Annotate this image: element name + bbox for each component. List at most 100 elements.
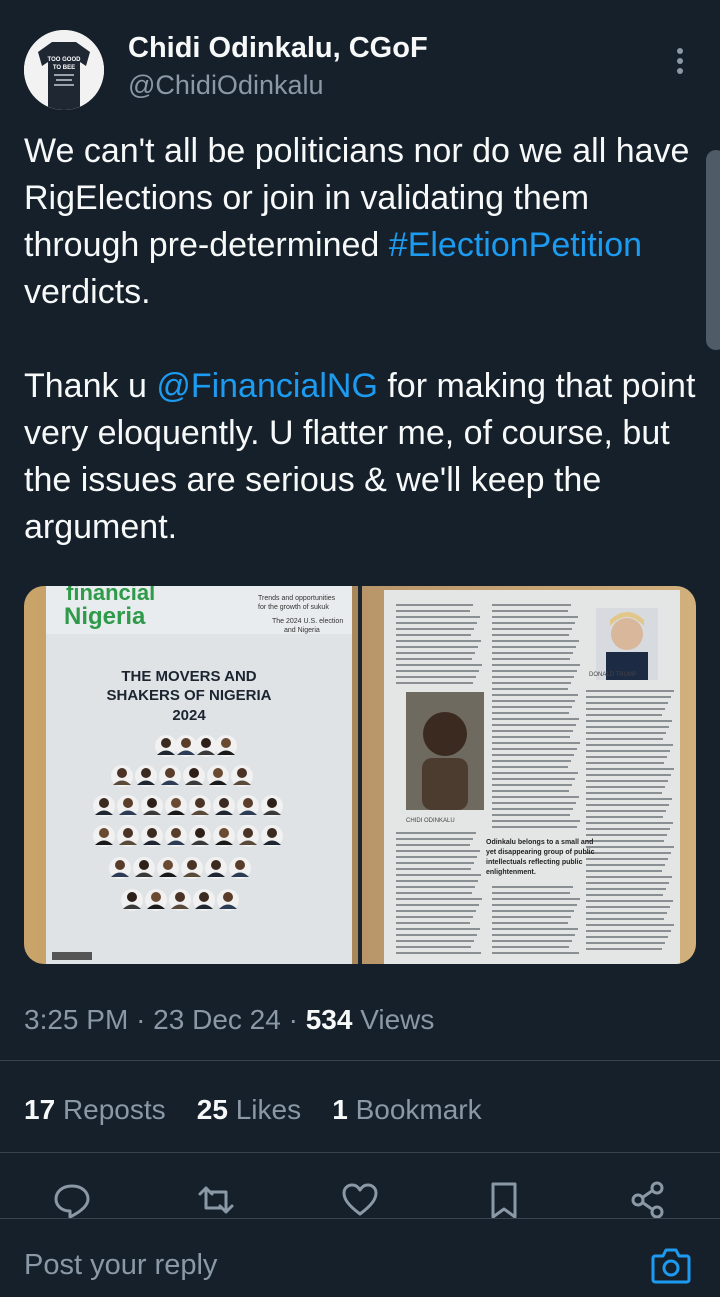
cover-topic-4: and Nigeria [284,627,320,634]
media-photos: financial Nigeria Trends and opportuniti… [24,586,696,964]
tweet-text-part: verdicts. [24,273,151,311]
portrait-head [99,828,109,838]
article-text-line [396,862,474,864]
author-handle[interactable]: @ChidiOdinkalu [128,70,324,101]
reply-input[interactable]: Post your reply [24,1249,217,1282]
article-text-line [492,820,580,822]
meta-separator: · [136,1004,146,1035]
bookmarks-count: 1 [332,1094,348,1125]
article-text-line [586,756,667,758]
article-text-line [492,778,575,780]
portrait-head [267,828,277,838]
article-text-line [586,882,669,884]
reposts-label: Reposts [62,1094,166,1125]
article-text-line [586,780,668,782]
cover-title-line-3: 2024 [172,707,206,724]
portrait-head [243,828,253,838]
bookmark-icon[interactable] [484,1180,524,1220]
article-text-line [396,922,470,924]
tweet-time[interactable]: 3:25 PM [24,1004,128,1035]
bookmarks-label: Bookmark [355,1094,482,1125]
article-text-line [492,952,579,954]
article-text-line [492,652,573,654]
article-text-line [586,822,673,824]
article-text-line [586,714,662,716]
cover-title-line-2: SHAKERS OF NIGERIA [106,687,271,704]
avatar-text-line-2: TO BEE [53,65,75,71]
article-text-line [492,670,577,672]
article-text-line [492,898,580,900]
article-text-line [396,658,472,660]
article-text-line [492,634,569,636]
bookmarks-stat[interactable]: 1 Bookmark [332,1094,481,1125]
article-text-line [396,856,477,858]
article-text-line [396,952,481,954]
portrait-head [223,892,233,902]
hashtag-link[interactable]: #ElectionPetition [389,226,642,264]
article-text-line [492,688,568,690]
portrait-head [171,798,181,808]
action-bar [0,1180,720,1220]
article-text-line [492,736,570,738]
more-icon[interactable] [668,46,692,76]
article-text-line [396,940,474,942]
article-text-line [586,786,665,788]
portrait-head [243,798,253,808]
article-text-line [492,622,575,624]
article-text-line [586,906,670,908]
portrait-head [147,828,157,838]
pull-quote-line-3: intellectuals reflecting public [486,859,583,866]
article-text-line [586,936,668,938]
article-text-line [586,702,668,704]
magazine-brand: Nigeria [64,603,146,630]
share-icon[interactable] [628,1180,668,1220]
views-count: 534 [305,1004,353,1035]
pull-quote-line-2: yet disappearing group of public [486,849,595,856]
article-text-line [492,940,572,942]
article-text-line [586,732,666,734]
scroll-handle[interactable] [706,150,720,350]
camera-icon[interactable] [650,1246,692,1286]
article-text-line [586,792,662,794]
article-text-line [492,706,572,708]
article-text-line [396,832,476,834]
likes-stat[interactable]: 25 Likes [197,1094,301,1125]
portrait-head [115,860,125,870]
article-text-line [586,876,672,878]
reposts-stat[interactable]: 17 Reposts [24,1094,166,1125]
divider [0,1152,720,1153]
portrait-head [123,798,133,808]
article-text-line [492,742,580,744]
article-text-line [492,916,571,918]
likes-label: Likes [235,1094,302,1125]
article-text-line [586,840,664,842]
article-text-line [586,810,666,812]
article-text-line [396,904,479,906]
avatar[interactable]: TOO GOOD TO BEE [24,30,104,110]
article-text-line [492,682,571,684]
article-text-line [396,850,480,852]
portrait-head [99,798,109,808]
meta-separator: · [288,1004,298,1035]
article-text-line [492,826,577,828]
cover-topic-1: Trends and opportunities [258,595,336,602]
repost-icon[interactable] [196,1180,236,1220]
cover-topic-3: The 2024 U.S. election [272,618,343,625]
avatar-text-line-1: TOO GOOD [48,57,82,63]
article-text-line [586,948,662,950]
reply-icon[interactable] [52,1180,92,1220]
article-text-line [396,622,477,624]
tweet-date[interactable]: 23 Dec 24 [153,1004,281,1035]
like-icon[interactable] [340,1180,380,1220]
article-text-line [396,916,473,918]
article-text-line [586,870,662,872]
portrait-head [189,768,199,778]
tweet-media[interactable]: financial Nigeria Trends and opportuniti… [24,586,696,964]
article-text-line [492,604,571,606]
article-text-line [396,910,476,912]
tweet-text: We can't all be politicians nor do we al… [24,128,700,551]
mention-link[interactable]: @FinancialNG [156,367,378,405]
likes-count: 25 [196,1094,228,1125]
tweet-paragraph-1: We can't all be politicians nor do we al… [24,128,700,316]
author-display-name[interactable]: Chidi Odinkalu, CGoF [128,32,428,65]
